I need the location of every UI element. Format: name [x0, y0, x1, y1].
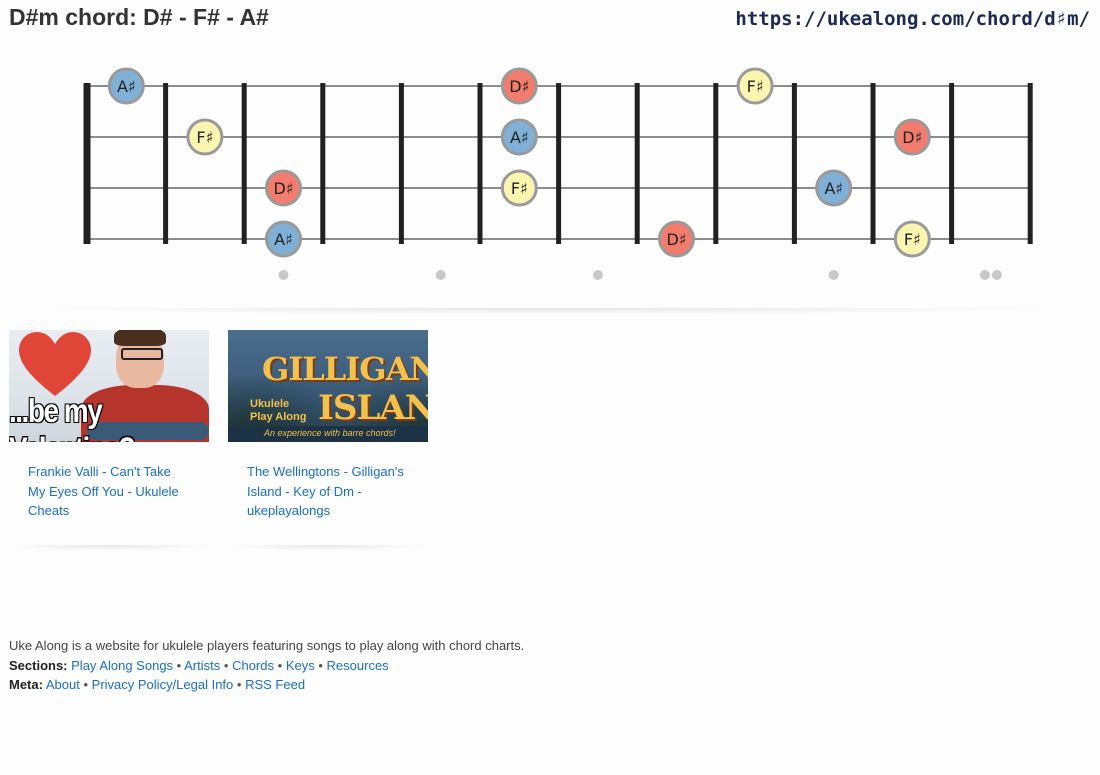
site-footer: Uke Along is a website for ukulele playe… [9, 636, 524, 695]
note-label-7: D♯ [273, 179, 293, 198]
nav-link-artists[interactable]: Artists [184, 658, 220, 673]
note-label-11: D♯ [666, 230, 686, 249]
video-thumbnail-2[interactable]: GILLIGAN'S ISLAND Ukulele Play Along An … [228, 330, 428, 442]
card-shadow-2 [222, 545, 432, 551]
separator: • [223, 657, 229, 673]
note-label-6: D♯ [902, 128, 922, 147]
nav-link-keys[interactable]: Keys [286, 658, 315, 673]
video-thumbnail-1[interactable]: ...be my Valentine? [9, 330, 209, 442]
fret-marker-12b [991, 270, 1002, 280]
thumb-title-2: ISLAND [318, 388, 428, 428]
separator: • [83, 677, 89, 692]
note-label-4: F♯ [196, 128, 213, 147]
fret-marker-12a [979, 270, 990, 280]
footer-description: Uke Along is a website for ukulele playe… [9, 638, 525, 653]
fret-marker-10 [828, 270, 839, 280]
separator: • [318, 657, 323, 673]
thumb-sub-1: Ukulele [250, 398, 290, 410]
thumb-tagline: An experience with barre chords! [264, 428, 396, 438]
page-title: D#m chord: D# - F# - A# [9, 4, 269, 30]
fret-marker-7 [592, 270, 603, 280]
thumb-person-hair [114, 330, 166, 346]
thumb-sub-2: Play Along [250, 411, 307, 423]
thumb-text: ...be my Valentine? [9, 392, 136, 442]
meta-link-rss[interactable]: RSS Feed [245, 677, 305, 692]
video-link-1[interactable]: Frankie Valli - Can't Take My Eyes Off Y… [28, 462, 189, 521]
note-label-5: A♯ [510, 128, 529, 147]
fret-marker-3 [278, 270, 289, 280]
fret-marker-5 [435, 270, 446, 280]
note-label-1: A♯ [117, 77, 136, 96]
section-divider [10, 308, 1080, 314]
nav-link-resources[interactable]: Resources [327, 658, 389, 673]
page-url: https://ukealong.com/chord/d♯m/ [735, 8, 1090, 30]
thumb-sub: Ukulele Play Along [250, 398, 306, 424]
sections-label: Sections: [9, 657, 68, 673]
fretboard-diagram: A♯ D♯ F♯ F♯ A♯ D♯ D♯ F♯ A♯ A♯ D♯ F♯ [83, 67, 1033, 280]
card-shadow-1 [4, 545, 214, 551]
thumb-title-1: GILLIGAN'S [262, 350, 428, 388]
separator: • [176, 657, 182, 673]
meta-label: Meta: [9, 677, 43, 692]
note-label-9: A♯ [824, 179, 843, 198]
video-card-1[interactable]: ...be my Valentine? Frankie Valli - Can'… [9, 330, 209, 521]
note-label-12: F♯ [904, 230, 921, 249]
nav-link-play-along-songs[interactable]: Play Along Songs [71, 658, 173, 673]
note-label-3: F♯ [747, 77, 764, 96]
thumb-glasses [121, 348, 163, 360]
footer-sections: Sections: Play Along Songs • Artists • C… [9, 656, 524, 676]
separator: • [277, 657, 283, 673]
meta-link-about[interactable]: About [46, 677, 80, 692]
nav-link-chords[interactable]: Chords [232, 658, 274, 673]
note-label-8: F♯ [511, 179, 528, 198]
video-link-2[interactable]: The Wellingtons - Gilligan's Island - Ke… [247, 462, 408, 521]
video-card-2[interactable]: GILLIGAN'S ISLAND Ukulele Play Along An … [228, 330, 428, 521]
note-label-2: D♯ [509, 77, 529, 96]
meta-link-privacy[interactable]: Privacy Policy/Legal Info [92, 677, 234, 692]
note-label-10: A♯ [274, 230, 293, 249]
footer-meta: Meta: About • Privacy Policy/Legal Info … [9, 675, 524, 695]
heart-icon [19, 332, 91, 396]
separator: • [236, 677, 242, 692]
